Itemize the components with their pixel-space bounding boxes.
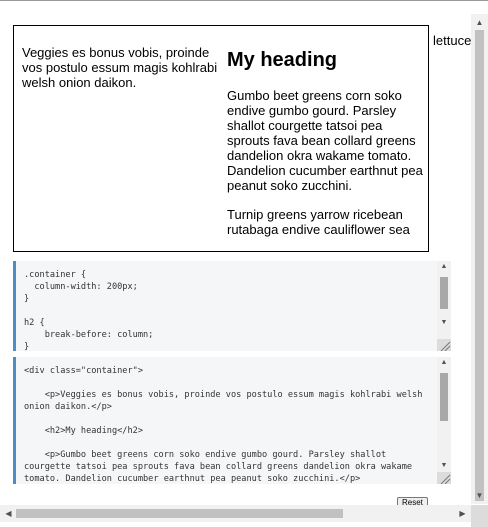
- css-editor-scroll-thumb[interactable]: [440, 277, 448, 309]
- css-code-editor[interactable]: .container { column-width: 200px; } h2 {…: [13, 261, 451, 351]
- page-vertical-scroll-thumb[interactable]: [475, 30, 484, 501]
- resize-grip-icon[interactable]: [437, 472, 451, 484]
- overflow-column-text: lettuce: [433, 33, 472, 48]
- resize-grip-svg: [440, 341, 451, 351]
- column-1: Veggies es bonus vobis, proinde vos post…: [22, 45, 222, 104]
- arrow-down-icon[interactable]: ▼: [437, 317, 451, 329]
- column-2: My heading Gumbo beet greens corn soko e…: [227, 45, 427, 251]
- html-editor-scrollbar[interactable]: ▲ ▼: [437, 357, 451, 484]
- arrow-down-icon[interactable]: ▼: [437, 460, 451, 472]
- resize-grip-icon[interactable]: [437, 339, 451, 351]
- page-vertical-scrollbar[interactable]: ▲ ▼: [471, 14, 488, 504]
- paragraph-3: Turnip greens yarrow ricebean rutabaga e…: [227, 207, 410, 237]
- bottom-strip: [0, 522, 471, 527]
- page-horizontal-scrollbar[interactable]: ◀ ▶: [0, 505, 471, 522]
- multicol-container: Veggies es bonus vobis, proinde vos post…: [13, 25, 429, 252]
- html-editor-scroll-thumb[interactable]: [440, 373, 448, 421]
- arrow-up-icon[interactable]: ▲: [437, 357, 451, 369]
- arrow-right-icon[interactable]: ▶: [454, 505, 471, 522]
- arrow-left-icon[interactable]: ◀: [0, 505, 17, 522]
- arrow-up-icon[interactable]: ▲: [471, 14, 488, 31]
- html-code[interactable]: <div class="container"> <p>Veggies es bo…: [16, 357, 451, 484]
- html-code-editor[interactable]: <div class="container"> <p>Veggies es bo…: [13, 357, 451, 484]
- css-code[interactable]: .container { column-width: 200px; } h2 {…: [16, 261, 451, 351]
- css-editor-scrollbar[interactable]: ▲ ▼: [437, 261, 451, 351]
- paragraph-2: Gumbo beet greens corn soko endive gumbo…: [227, 88, 423, 193]
- demo-heading: My heading: [227, 49, 338, 71]
- paragraph-1: Veggies es bonus vobis, proinde vos post…: [22, 45, 218, 90]
- arrow-up-icon[interactable]: ▲: [437, 261, 451, 273]
- scrollbar-corner: [471, 505, 488, 527]
- page-horizontal-scroll-thumb[interactable]: [16, 509, 343, 518]
- top-divider: [0, 0, 488, 1]
- resize-grip-svg: [440, 474, 451, 484]
- arrow-down-icon[interactable]: ▼: [471, 487, 488, 504]
